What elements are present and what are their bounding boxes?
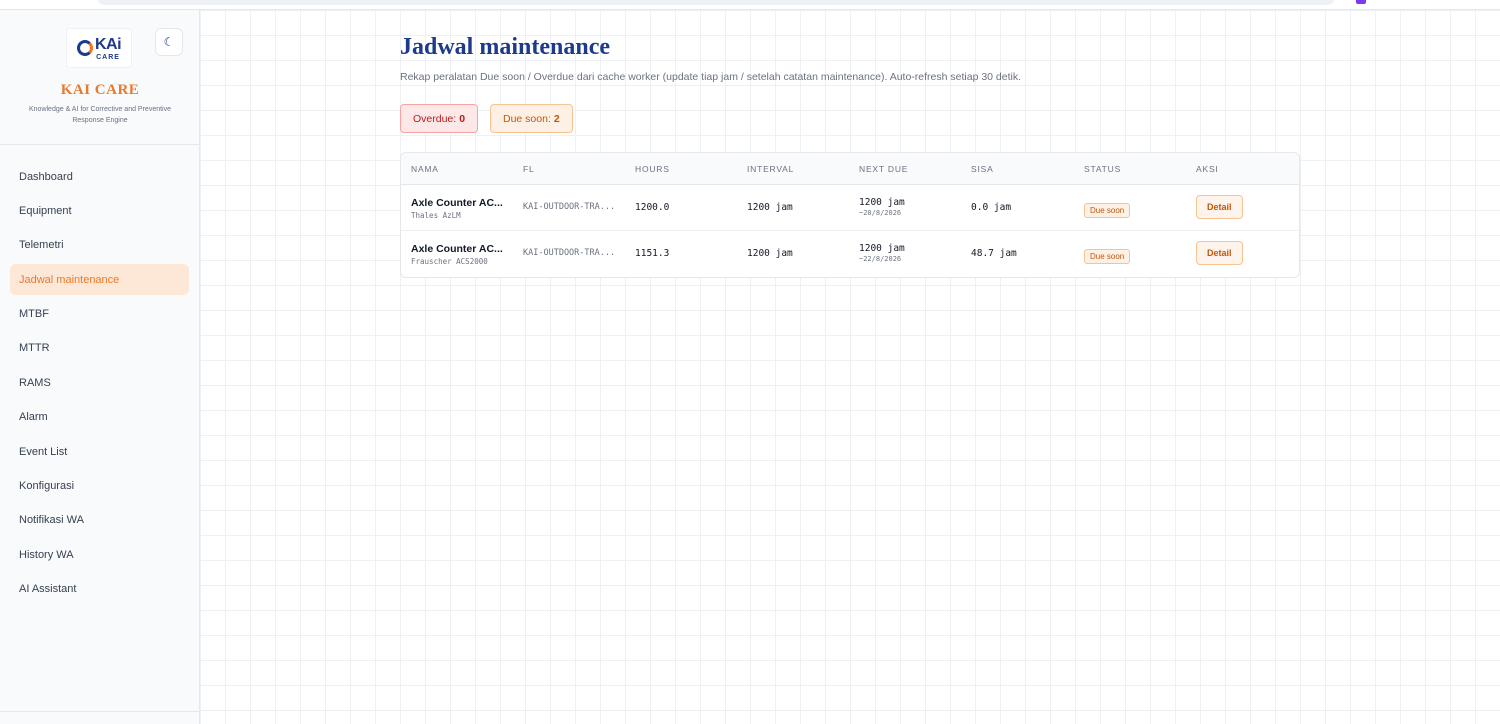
sidebar: KAi CARE ☾ KAI CARE Knowledge & AI for C… — [0, 10, 200, 724]
page-subtitle: Rekap peralatan Due soon / Overdue dari … — [400, 71, 1022, 83]
table-row: Axle Counter AC... Frauscher ACS2000 KAI… — [401, 231, 1299, 277]
sidebar-item-notifikasi-wa[interactable]: Notifikasi WA — [10, 505, 189, 536]
sidebar-item-alarm[interactable]: Alarm — [10, 402, 189, 433]
overdue-count: 0 — [459, 112, 466, 125]
page-title: Jadwal maintenance — [400, 34, 610, 60]
sidebar-item-label: AI Assistant — [19, 583, 77, 596]
main-content: Jadwal maintenance Rekap peralatan Due s… — [200, 10, 1500, 724]
sidebar-item-telemetri[interactable]: Telemetri — [10, 230, 189, 261]
moon-icon: ☾ — [163, 35, 175, 49]
kai-care-logo[interactable]: KAi CARE — [66, 28, 132, 68]
status-badge: Due soon — [1084, 203, 1131, 218]
table-row: Axle Counter AC... Thales AzLM KAI-OUTDO… — [401, 185, 1299, 231]
column-header-next-due[interactable]: NEXT DUE — [859, 164, 908, 174]
next-due-cell: 1200 jam ~20/8/2026 — [859, 197, 905, 217]
sidebar-item-mtbf[interactable]: MTBF — [10, 299, 189, 330]
equipment-name-cell: Axle Counter AC... Thales AzLM — [411, 197, 503, 220]
status-badge: Due soon — [1084, 249, 1131, 264]
sidebar-item-jadwal-maintenance[interactable]: Jadwal maintenance — [10, 264, 189, 296]
overdue-count-chip[interactable]: Overdue: 0 — [400, 104, 479, 133]
due-soon-count: 2 — [553, 112, 560, 125]
theme-toggle-button[interactable]: ☾ — [155, 28, 183, 56]
functional-location: KAI-OUTDOOR-TRA... — [523, 248, 616, 258]
next-due-cell: 1200 jam ~22/8/2026 — [859, 243, 905, 263]
sisa-value: 48.7 jam — [971, 248, 1017, 259]
sisa-value: 0.0 jam — [971, 202, 1012, 213]
column-header-status[interactable]: STATUS — [1084, 164, 1121, 174]
sidebar-item-mttr[interactable]: MTTR — [10, 333, 189, 364]
equipment-vendor: Thales AzLM — [411, 211, 461, 220]
due-soon-count-chip[interactable]: Due soon: 2 — [490, 104, 573, 133]
column-header-hours[interactable]: HOURS — [635, 164, 670, 174]
logo-text: KAi — [94, 35, 122, 53]
hours-value: 1200.0 — [635, 202, 670, 213]
next-due-date: ~22/8/2026 — [859, 255, 902, 263]
sidebar-item-konfigurasi[interactable]: Konfigurasi — [10, 471, 189, 502]
detail-button[interactable]: Detail — [1196, 241, 1243, 265]
maintenance-table: NAMA FL HOURS INTERVAL NEXT DUE SISA STA… — [400, 152, 1300, 278]
equipment-name: Axle Counter AC... — [411, 197, 503, 209]
brand-tagline: Knowledge & AI for Corrective and Preven… — [28, 106, 172, 124]
sidebar-divider — [0, 711, 199, 712]
next-due-value: 1200 jam — [859, 197, 905, 208]
sidebar-item-label: Dashboard — [19, 170, 73, 183]
column-header-fl[interactable]: FL — [523, 164, 535, 174]
brand-header: KAi CARE ☾ KAI CARE Knowledge & AI for C… — [0, 10, 199, 145]
logo-swirl-icon — [76, 40, 93, 56]
detail-button[interactable]: Detail — [1196, 195, 1243, 219]
next-due-value: 1200 jam — [859, 243, 905, 254]
column-header-sisa[interactable]: SISA — [971, 164, 994, 174]
sidebar-item-history-wa[interactable]: History WA — [10, 539, 189, 570]
table-header: NAMA FL HOURS INTERVAL NEXT DUE SISA STA… — [401, 153, 1299, 185]
sidebar-item-label: Konfigurasi — [19, 480, 75, 493]
overdue-label: Overdue: — [413, 112, 457, 125]
sidebar-item-label: Event List — [19, 445, 68, 458]
equipment-vendor: Frauscher ACS2000 — [411, 257, 488, 266]
sidebar-item-event-list[interactable]: Event List — [10, 436, 189, 467]
sidebar-item-rams[interactable]: RAMS — [10, 367, 189, 398]
browser-top-bar — [0, 0, 1500, 10]
action-cell: Detail — [1196, 195, 1243, 219]
status-cell: Due soon — [1084, 246, 1131, 264]
sidebar-item-ai-assistant[interactable]: AI Assistant — [10, 574, 189, 605]
interval-value: 1200 jam — [747, 248, 793, 259]
sidebar-item-label: History WA — [19, 548, 74, 561]
address-bar[interactable] — [98, 0, 1334, 5]
next-due-date: ~20/8/2026 — [859, 209, 902, 217]
equipment-name: Axle Counter AC... — [411, 243, 503, 255]
sidebar-item-equipment[interactable]: Equipment — [10, 195, 189, 226]
logo-subtext: CARE — [96, 53, 120, 61]
action-cell: Detail — [1196, 241, 1243, 265]
sidebar-item-dashboard[interactable]: Dashboard — [10, 161, 189, 192]
sidebar-item-label: RAMS — [19, 376, 51, 389]
sidebar-item-label: MTTR — [19, 342, 50, 355]
column-header-aksi: AKSI — [1196, 164, 1219, 174]
brand-name: KAI CARE — [60, 82, 140, 98]
equipment-name-cell: Axle Counter AC... Frauscher ACS2000 — [411, 243, 503, 266]
due-soon-label: Due soon: — [503, 112, 551, 125]
sidebar-item-label: Alarm — [19, 411, 48, 424]
sidebar-item-label: MTBF — [19, 308, 49, 321]
sidebar-item-label: Equipment — [19, 204, 72, 217]
sidebar-item-label: Telemetri — [19, 239, 64, 252]
column-header-nama[interactable]: NAMA — [411, 164, 439, 174]
column-header-interval[interactable]: INTERVAL — [747, 164, 794, 174]
sidebar-nav: Dashboard Equipment Telemetri Jadwal mai… — [0, 145, 199, 605]
hours-value: 1151.3 — [635, 248, 670, 259]
sidebar-item-label: Jadwal maintenance — [19, 273, 120, 286]
sidebar-item-label: Notifikasi WA — [19, 514, 84, 527]
status-cell: Due soon — [1084, 200, 1131, 218]
functional-location: KAI-OUTDOOR-TRA... — [523, 202, 616, 212]
interval-value: 1200 jam — [747, 202, 793, 213]
extension-icon[interactable] — [1356, 0, 1366, 4]
